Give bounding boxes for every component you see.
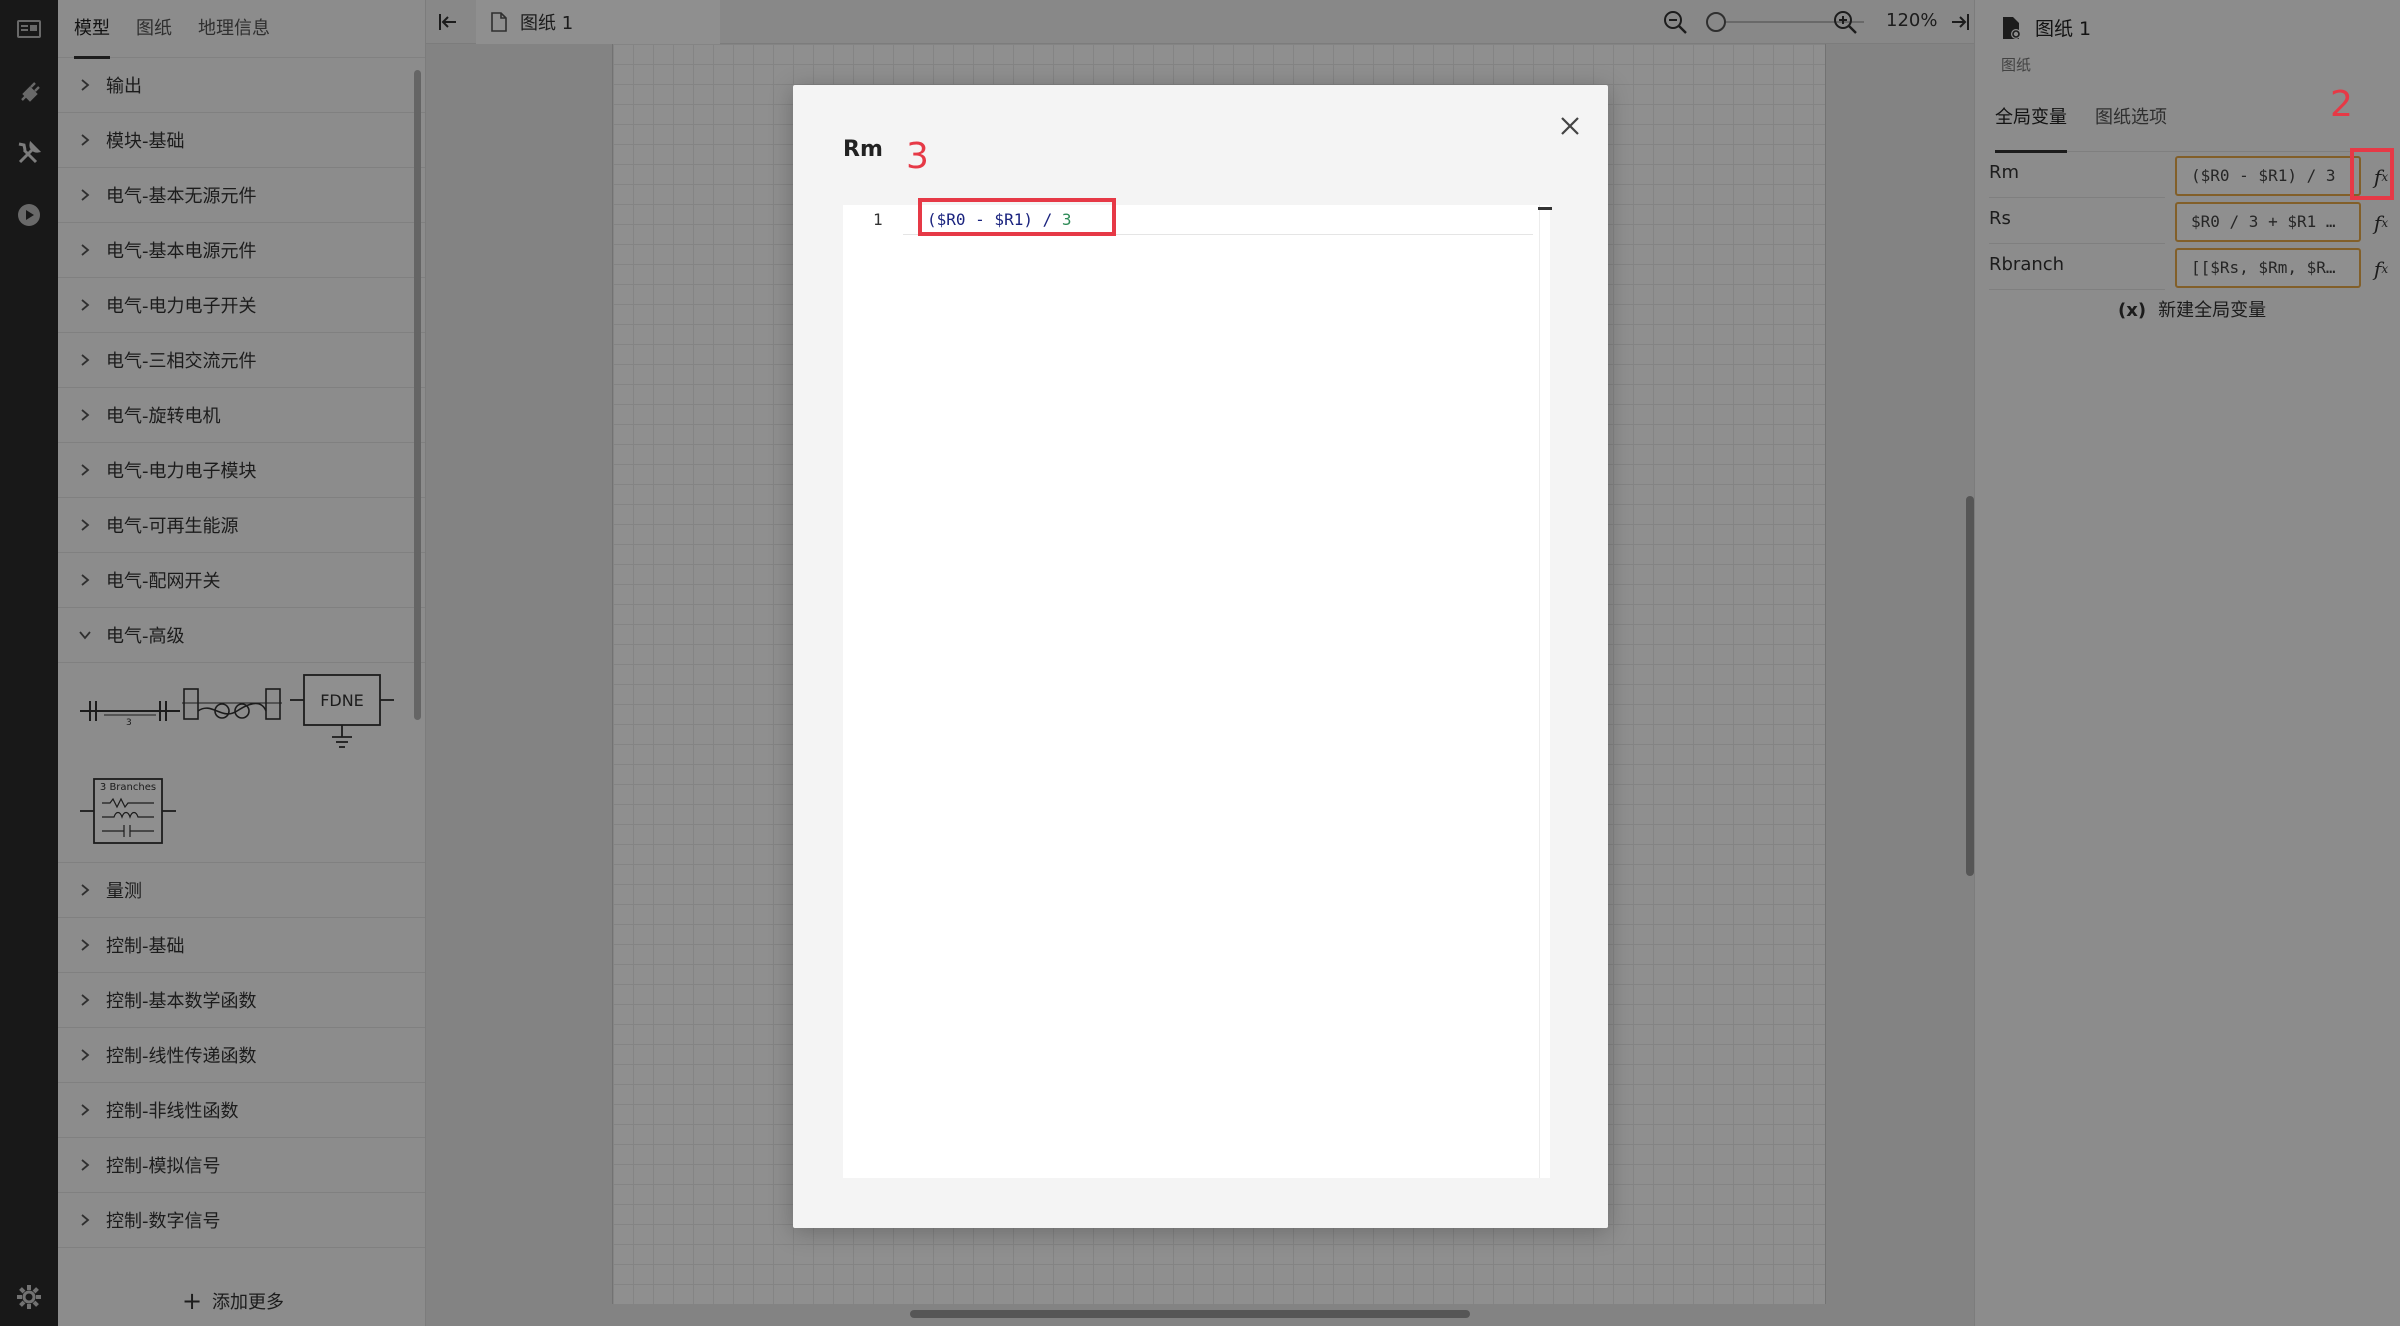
editor-overview-ruler	[1539, 205, 1540, 1178]
editor-gutter: 1	[843, 205, 903, 1178]
code-highlight-box	[918, 198, 1116, 236]
formula-editor-dialog: Rm 1 ($R0 - $R1) / 3	[793, 85, 1608, 1228]
line-number: 1	[873, 210, 883, 229]
dialog-title: Rm	[843, 137, 883, 162]
fx-button-highlight	[2350, 148, 2394, 200]
annotation-3: 3	[906, 136, 929, 177]
close-icon[interactable]	[1553, 109, 1587, 143]
editor-scroll-mark	[1538, 207, 1552, 210]
code-editor[interactable]: 1 ($R0 - $R1) / 3	[843, 205, 1552, 1178]
annotation-2: 2	[2330, 84, 2353, 125]
